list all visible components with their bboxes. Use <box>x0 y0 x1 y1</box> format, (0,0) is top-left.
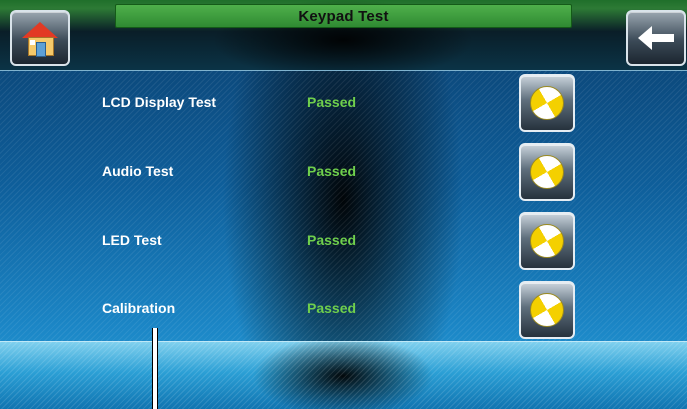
test-status-audio: Passed <box>307 163 357 179</box>
keypad-test-screen: Keypad Test LCD Display Test Passed Audi… <box>0 0 687 409</box>
test-run-icon <box>530 155 564 189</box>
title-plate: Keypad Test <box>115 4 572 28</box>
header-bar: Keypad Test <box>0 0 687 71</box>
run-test-button-calibration[interactable] <box>519 281 575 339</box>
back-button[interactable] <box>626 10 686 66</box>
test-label-lcd-display: LCD Display Test <box>102 94 217 110</box>
test-label-calibration: Calibration <box>102 300 176 316</box>
run-test-button-audio[interactable] <box>519 143 575 201</box>
test-run-icon <box>530 224 564 258</box>
run-test-button-led[interactable] <box>519 212 575 270</box>
run-test-button-lcd-display[interactable] <box>519 74 575 132</box>
page-title: Keypad Test <box>298 7 389 25</box>
bottom-band <box>0 341 687 409</box>
test-label-led: LED Test <box>102 232 162 248</box>
text-cursor-marker <box>152 328 158 409</box>
back-arrow-icon <box>638 26 674 50</box>
test-label-audio: Audio Test <box>102 163 174 179</box>
test-run-icon <box>530 86 564 120</box>
test-run-icon <box>530 293 564 327</box>
home-icon <box>22 20 58 57</box>
test-status-lcd-display: Passed <box>307 94 357 110</box>
test-status-led: Passed <box>307 232 357 248</box>
home-button[interactable] <box>10 10 70 66</box>
test-status-calibration: Passed <box>307 300 357 316</box>
